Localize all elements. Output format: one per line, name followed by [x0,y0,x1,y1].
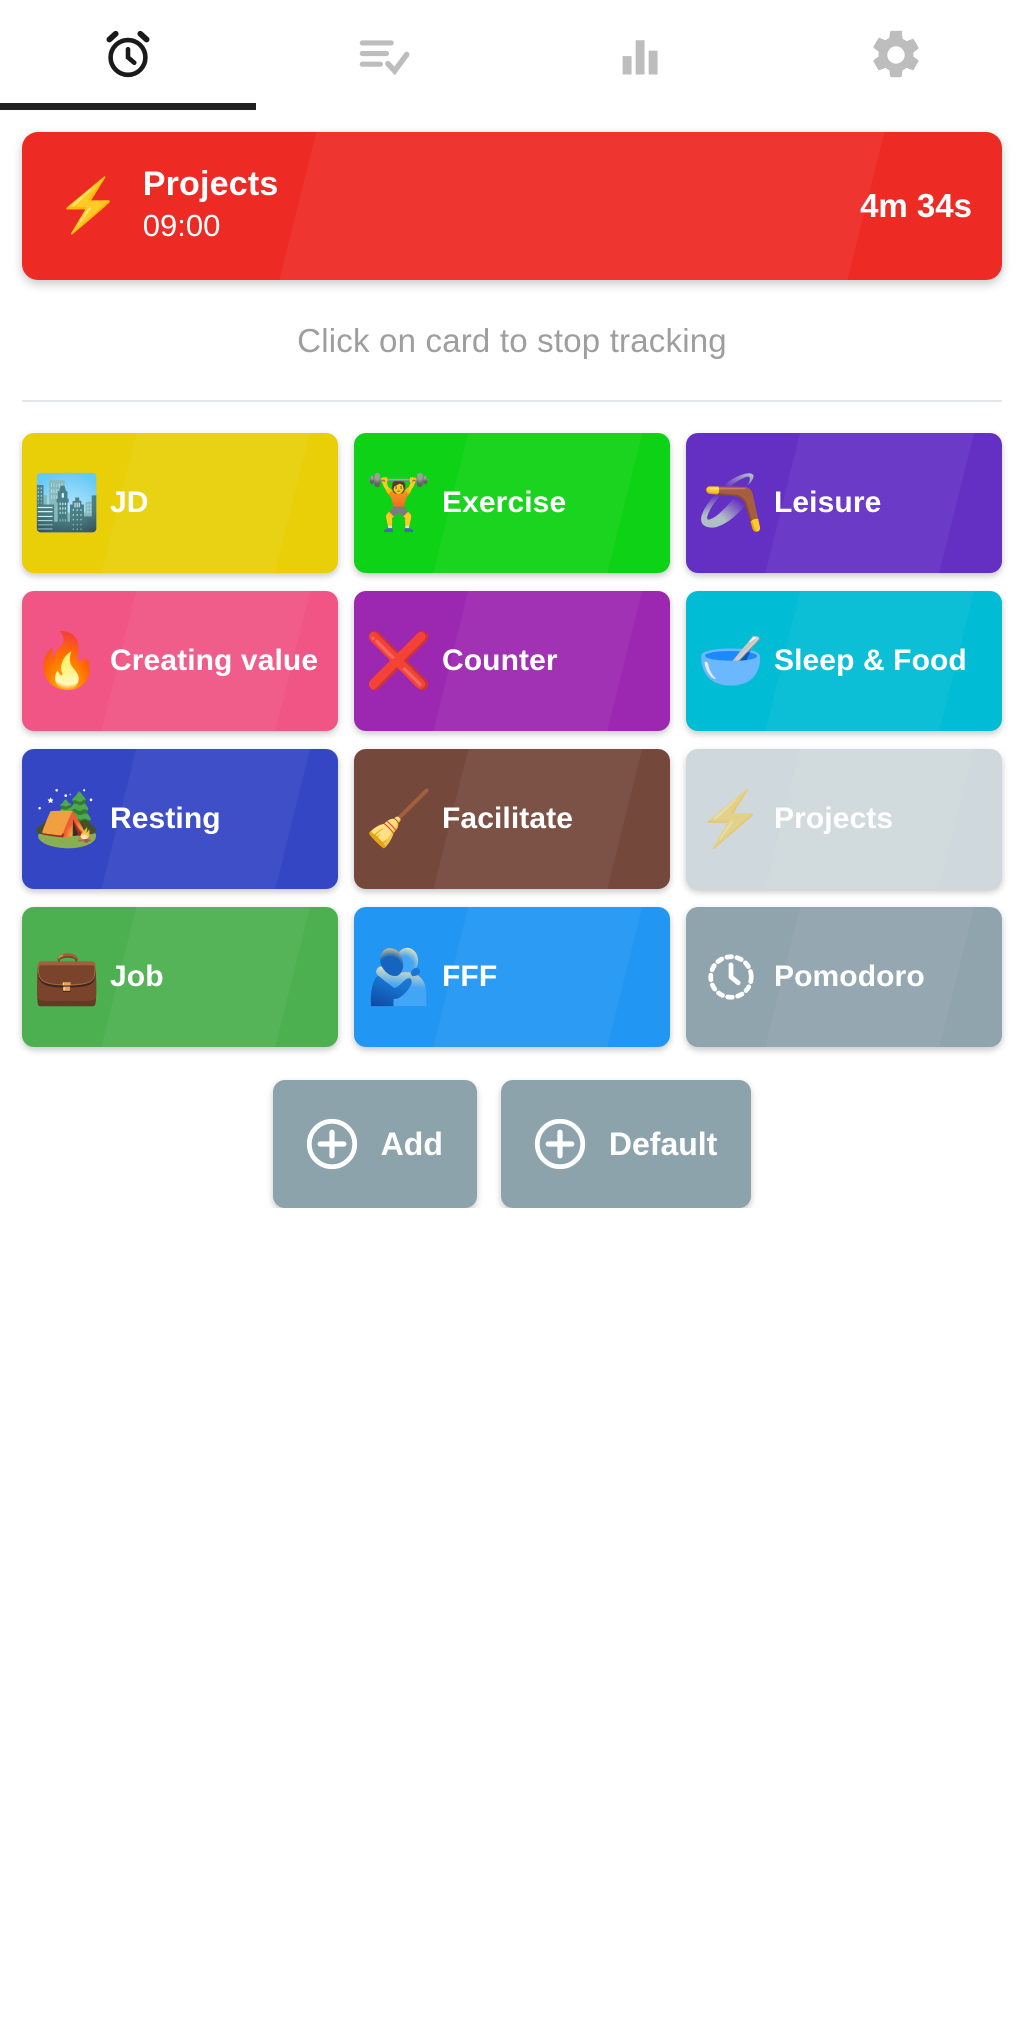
default-button[interactable]: Default [500,1080,752,1208]
activity-label: Projects [773,802,894,836]
activity-card-facilitate[interactable]: 🧹 Facilitate [353,749,670,889]
activity-card-counter[interactable]: ❌ Counter [353,591,670,731]
activity-label: JD [110,486,149,520]
plus-circle-icon [301,1113,363,1175]
activity-label: FFF [441,960,498,994]
activity-label: Sleep & Food [773,644,967,678]
activity-cell: 🏋️ Exercise [346,424,678,582]
alarm-clock-icon [97,24,159,86]
tab-bar [0,0,1024,110]
activity-cell: ❌ Counter [346,582,678,740]
main-content: ⚡ Projects 09:00 4m 34s Click on card to… [0,110,1024,2038]
dashed-clock-icon [700,950,762,1004]
activity-card-creating-value[interactable]: 🔥 Creating value [22,591,338,731]
add-button[interactable]: Add [272,1080,477,1208]
activity-grid: 🏙️ JD 🏋️ Exercise 🪃 Leisure 🔥 Creating value ❌ Co… [0,402,1024,1056]
activity-label: Exercise [441,486,567,520]
action-button-row: Add Default [0,1056,1024,1208]
running-duration: 4m 34s [860,187,972,224]
activity-cell: ⚡ Projects [678,740,1010,898]
activity-cell: 🥣 Sleep & Food [678,582,1010,740]
action-label: Default [608,1125,718,1162]
activity-card-job[interactable]: 💼 Job [22,907,338,1047]
activity-card-leisure[interactable]: 🪃 Leisure [685,433,1002,573]
running-card-wrapper: ⚡ Projects 09:00 4m 34s [0,110,1024,280]
weightlifter-emoji: 🏋️ [365,473,433,533]
activity-cell: 🏙️ JD [14,424,346,582]
activity-label: Pomodoro [773,960,925,994]
tab-records[interactable] [256,0,512,110]
activity-label: Creating value [110,644,319,678]
activity-cell: 🧹 Facilitate [346,740,678,898]
bowl-with-spoon-emoji: 🥣 [697,631,765,691]
stop-tracking-hint: Click on card to stop tracking [297,322,727,359]
app-root: ⚡ Projects 09:00 4m 34s Click on card to… [0,0,1024,2038]
broom-emoji: 🧹 [365,789,433,849]
activity-cell: 🫂 FFF [346,898,678,1056]
checklist-icon [353,24,415,86]
activity-card-exercise[interactable]: 🏋️ Exercise [353,433,670,573]
bar-chart-icon [609,24,671,86]
running-start-time: 09:00 [142,208,221,244]
camping-emoji: 🏕️ [33,789,101,849]
activity-label: Leisure [773,486,882,520]
cross-mark-emoji: ❌ [365,631,433,691]
activity-cell: 💼 Job [14,898,346,1056]
high-voltage-emoji: ⚡ [697,789,765,849]
action-label: Add [380,1125,443,1162]
people-hugging-emoji: 🫂 [365,947,433,1007]
activity-card-pomodoro[interactable]: Pomodoro [685,907,1002,1047]
tab-settings[interactable] [768,0,1024,110]
running-card-texts: Projects 09:00 [143,165,860,246]
activity-cell: 🔥 Creating value [14,582,346,740]
activity-card-fff[interactable]: 🫂 FFF [353,907,670,1047]
briefcase-emoji: 💼 [33,947,101,1007]
cityscape-emoji: 🏙️ [33,473,101,533]
plus-circle-icon [529,1113,591,1175]
tab-stats[interactable] [512,0,768,110]
running-activity-card[interactable]: ⚡ Projects 09:00 4m 34s [22,132,1002,280]
activity-cell: 🪃 Leisure [678,424,1010,582]
activity-card-projects[interactable]: ⚡ Projects [685,749,1002,889]
high-voltage-emoji-icon: ⚡ [56,177,121,235]
tab-timer[interactable] [0,0,256,110]
activity-label: Facilitate [441,802,574,836]
gear-icon [865,24,927,86]
empty-space [0,1208,1024,2038]
activity-card-resting[interactable]: 🏕️ Resting [22,749,338,889]
activity-cell: 🏕️ Resting [14,740,346,898]
boomerang-emoji: 🪃 [697,473,765,533]
activity-card-sleep-food[interactable]: 🥣 Sleep & Food [685,591,1002,731]
fire-emoji: 🔥 [33,631,101,691]
running-activity-name: Projects [142,165,279,204]
activity-cell: Pomodoro [678,898,1010,1056]
activity-label: Counter [441,644,558,678]
activity-label: Resting [110,802,221,836]
activity-label: Job [110,960,164,994]
active-tab-indicator [0,102,256,110]
activity-card-jd[interactable]: 🏙️ JD [22,433,338,573]
